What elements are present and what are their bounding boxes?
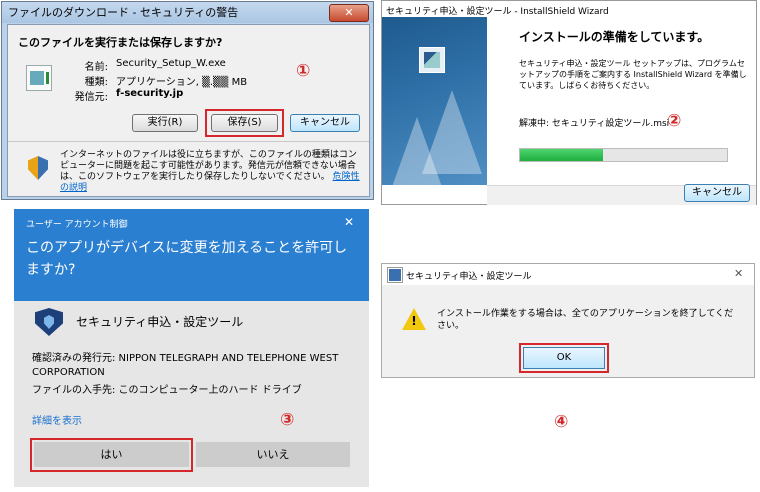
app-icon bbox=[387, 267, 403, 283]
warning-text: インターネットのファイルは役に立ちますが、このファイルの種類はコンピューターに問… bbox=[60, 150, 360, 194]
dialog-title: ファイルのダウンロード - セキュリティの警告 bbox=[2, 2, 373, 23]
warning-message: インターネットのファイルは役に立ちますが、このファイルの種類はコンピューターに問… bbox=[60, 150, 357, 182]
name-value: Security_Setup_W.exe bbox=[116, 58, 226, 69]
app-shield-icon bbox=[35, 308, 63, 336]
step-number-4: ④ bbox=[554, 412, 569, 432]
installer-logo-icon bbox=[419, 47, 445, 73]
installshield-wizard: セキュリティ申込・設定ツール - InstallShield Wizard イン… bbox=[381, 0, 757, 205]
confirm-dialog: セキュリティ申込・設定ツール ✕ ! インストール作業をする場合は、全てのアプリ… bbox=[381, 263, 755, 378]
file-icon bbox=[26, 65, 52, 91]
app-name: セキュリティ申込・設定ツール bbox=[76, 315, 244, 329]
wizard-heading: インストールの準備をしています。 bbox=[519, 30, 710, 44]
wizard-title: セキュリティ申込・設定ツール - InstallShield Wizard bbox=[386, 7, 609, 17]
ok-button[interactable]: OK bbox=[523, 347, 605, 369]
file-origin: ファイルの入手先: このコンピューター上のハード ドライブ bbox=[32, 385, 302, 396]
progress-fill bbox=[520, 149, 603, 161]
confirm-title: セキュリティ申込・設定ツール bbox=[406, 272, 532, 282]
show-details-link[interactable]: 詳細を表示 bbox=[32, 412, 82, 427]
step-number-2: ② bbox=[667, 111, 682, 131]
wizard-description: セキュリティ申込・設定ツール セットアップは、プログラムセットアップの手順をご案… bbox=[519, 59, 747, 90]
wizard-side-banner bbox=[382, 17, 487, 185]
cancel-button[interactable]: キャンセル bbox=[290, 114, 360, 132]
uac-header: ユーザー アカウント制御 ✕ このアプリがデバイスに変更を加えることを許可します… bbox=[14, 209, 369, 301]
dialog-question: このファイルを実行または保存しますか? bbox=[18, 36, 223, 49]
source-label: 発信元: bbox=[74, 92, 108, 103]
progress-bar bbox=[519, 148, 728, 162]
dialog-body: このファイルを実行または保存しますか? 名前: Security_Setup_W… bbox=[7, 24, 370, 197]
name-label: 名前: bbox=[84, 62, 108, 73]
step-number-1: ① bbox=[296, 61, 311, 81]
wizard-cancel-button[interactable]: キャンセル bbox=[684, 184, 750, 202]
extract-status: 解凍中: セキュリティ設定ツール.msi bbox=[519, 119, 670, 129]
close-icon[interactable]: ✕ bbox=[344, 215, 354, 229]
uac-question: このアプリがデバイスに変更を加えることを許可しますか? bbox=[26, 240, 348, 278]
yes-button[interactable]: はい bbox=[34, 442, 189, 467]
type-value: アプリケーション, ▒.▒▒ MB bbox=[116, 77, 248, 88]
publisher-info: 確認済みの発行元: NIPPON TELEGRAPH AND TELEPHONE… bbox=[32, 353, 339, 378]
sail-graphic bbox=[422, 90, 482, 174]
source-value: f-security.jp bbox=[116, 88, 184, 99]
run-button[interactable]: 実行(R) bbox=[132, 114, 198, 132]
save-button[interactable]: 保存(S) bbox=[211, 114, 278, 132]
download-security-dialog: ファイルのダウンロード - セキュリティの警告 ✕ このファイルを実行または保存… bbox=[1, 1, 374, 200]
uac-dialog: ユーザー アカウント制御 ✕ このアプリがデバイスに変更を加えることを許可します… bbox=[14, 209, 369, 487]
confirm-message: インストール作業をする場合は、全てのアプリケーションを終了してください。 bbox=[437, 309, 734, 331]
close-button[interactable]: ✕ bbox=[329, 4, 369, 22]
no-button[interactable]: いいえ bbox=[196, 442, 350, 467]
uac-caption: ユーザー アカウント制御 bbox=[26, 220, 128, 230]
step-number-3: ③ bbox=[280, 410, 295, 430]
warning-mark: ! bbox=[411, 314, 417, 328]
type-label: 種類: bbox=[84, 77, 108, 88]
close-icon[interactable]: ✕ bbox=[734, 267, 743, 280]
